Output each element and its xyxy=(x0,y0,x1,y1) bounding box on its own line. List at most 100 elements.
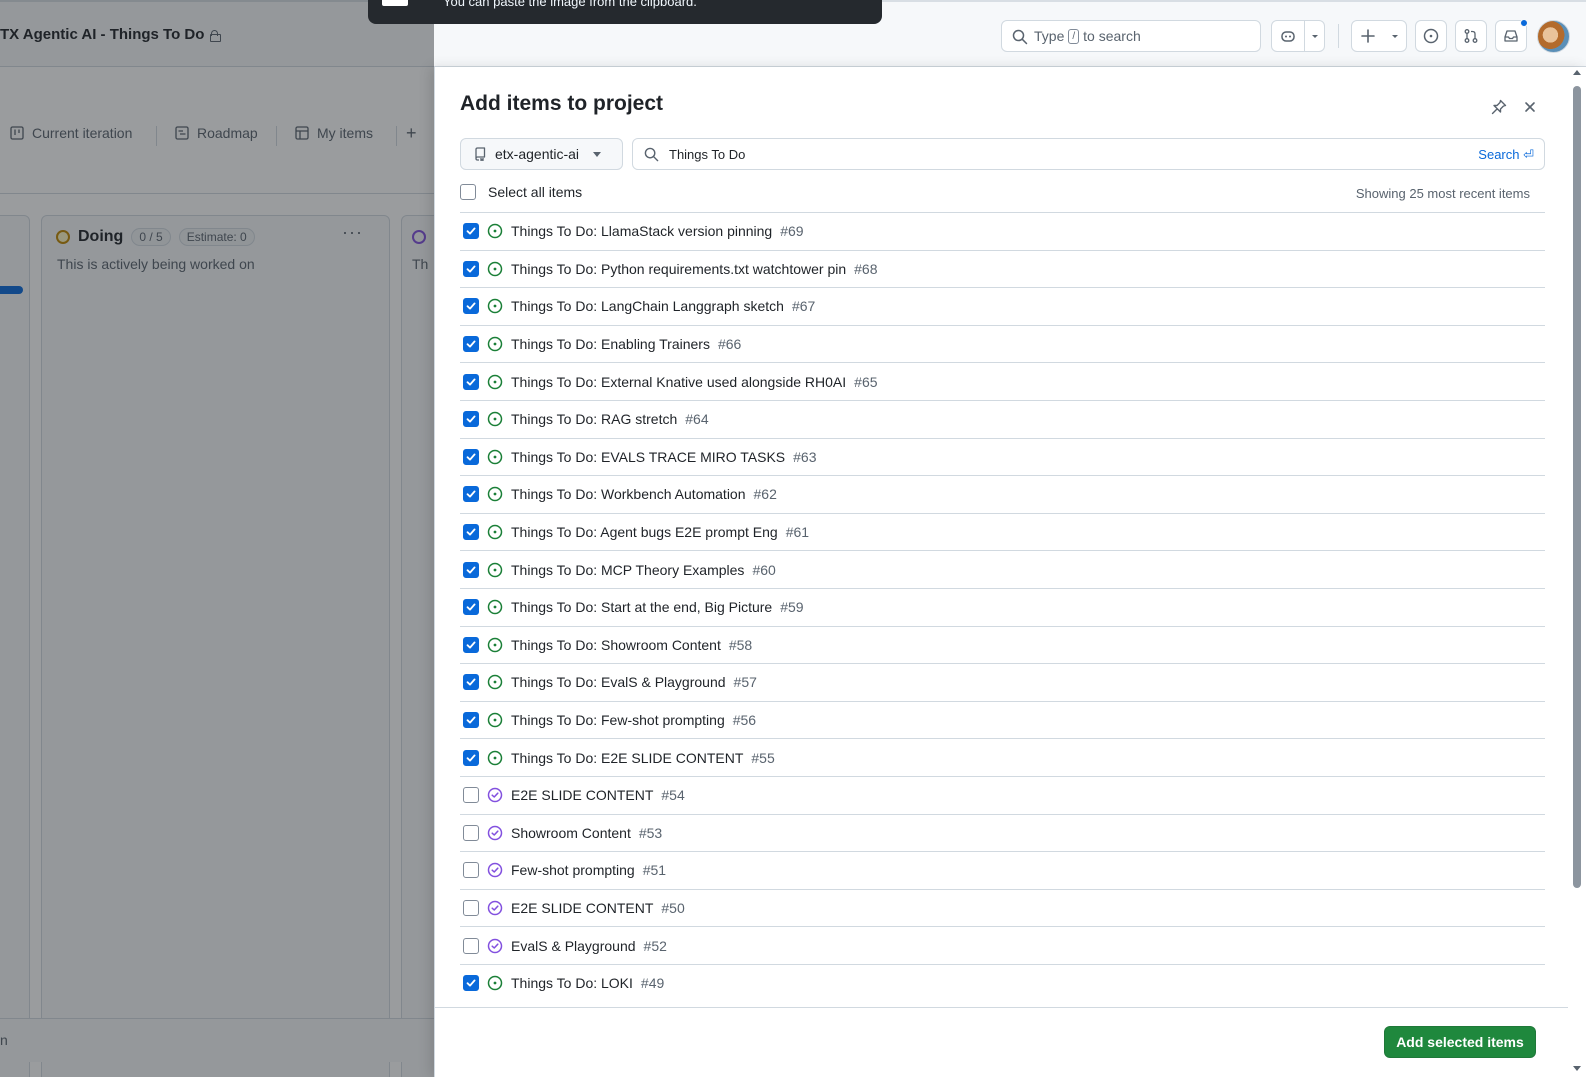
toast-text: You can paste the image from the clipboa… xyxy=(443,0,697,9)
list-item[interactable]: Things To Do: Workbench Automation #62 xyxy=(460,475,1545,513)
search-placeholder-suffix: to search xyxy=(1083,28,1141,44)
item-number: #54 xyxy=(661,787,685,804)
item-checkbox[interactable] xyxy=(463,937,479,954)
item-list: Things To Do: LlamaStack version pinning… xyxy=(460,212,1545,1001)
item-number: #62 xyxy=(753,486,777,503)
item-title: Things To Do: LlamaStack version pinning xyxy=(511,223,773,240)
clipboard-toast: You can paste the image from the clipboa… xyxy=(368,0,882,24)
item-checkbox[interactable] xyxy=(463,524,479,541)
list-item[interactable]: Things To Do: LangChain Langgraph sketch… xyxy=(460,287,1545,325)
item-search-input[interactable]: Things To Do Search ⏎ xyxy=(632,138,1545,170)
item-title: Things To Do: Enabling Trainers xyxy=(511,336,710,353)
item-checkbox[interactable] xyxy=(463,486,479,503)
item-number: #60 xyxy=(752,561,776,578)
issue-opened-icon xyxy=(487,261,503,277)
copilot-button[interactable] xyxy=(1271,20,1325,52)
issues-button[interactable] xyxy=(1415,20,1447,52)
git-pull-request-icon xyxy=(1464,29,1478,43)
item-checkbox[interactable] xyxy=(463,561,479,578)
list-item[interactable]: E2E SLIDE CONTENT #54 xyxy=(460,775,1545,814)
close-button[interactable] xyxy=(1518,95,1542,119)
list-item[interactable]: Things To Do: LlamaStack version pinning… xyxy=(460,212,1545,250)
item-number: #65 xyxy=(854,373,878,390)
item-checkbox[interactable] xyxy=(463,787,479,804)
issue-opened-icon xyxy=(487,712,503,728)
repository-name: etx-agentic-ai xyxy=(495,146,580,162)
list-item[interactable]: Things To Do: Enabling Trainers #66 xyxy=(460,324,1545,363)
item-title: Things To Do: MCP Theory Examples xyxy=(511,561,745,578)
item-checkbox[interactable] xyxy=(463,448,479,465)
search-submit-button[interactable]: Search ⏎ xyxy=(1478,147,1534,163)
item-checkbox[interactable] xyxy=(463,862,479,879)
item-checkbox[interactable] xyxy=(463,599,479,616)
item-number: #56 xyxy=(732,712,757,729)
item-checkbox[interactable] xyxy=(463,260,479,277)
pull-requests-button[interactable] xyxy=(1455,20,1487,52)
item-checkbox[interactable] xyxy=(463,336,479,353)
add-selected-items-button[interactable]: Add selected items xyxy=(1384,1026,1536,1058)
item-number: #61 xyxy=(785,524,810,541)
item-checkbox[interactable] xyxy=(463,749,479,766)
item-number: #63 xyxy=(793,448,817,465)
item-title: Things To Do: Showroom Content xyxy=(511,636,721,653)
issue-closed-icon xyxy=(487,938,503,953)
list-item[interactable]: Things To Do: Start at the end, Big Pict… xyxy=(460,587,1545,626)
repository-select[interactable]: etx-agentic-ai xyxy=(460,138,623,170)
item-checkbox[interactable] xyxy=(463,975,479,992)
user-avatar[interactable] xyxy=(1537,20,1570,53)
chevron-down-icon xyxy=(593,151,602,157)
item-title: Things To Do: EVALS TRACE MIRO TASKS xyxy=(511,448,786,465)
item-number: #64 xyxy=(685,411,709,428)
item-title: Things To Do: External Knative used alon… xyxy=(511,373,847,390)
list-item[interactable]: Things To Do: EvalS & Playground #57 xyxy=(460,663,1545,701)
item-checkbox[interactable] xyxy=(463,712,479,729)
create-new-button[interactable] xyxy=(1351,20,1407,52)
list-item[interactable]: E2E SLIDE CONTENT #50 xyxy=(460,888,1545,927)
scroll-up-arrow-icon[interactable] xyxy=(1573,70,1581,75)
pin-icon xyxy=(1491,99,1507,115)
list-item[interactable]: Things To Do: EVALS TRACE MIRO TASKS #63 xyxy=(460,437,1545,476)
list-item[interactable]: Things To Do: LOKI #49 xyxy=(460,963,1545,1002)
scroll-down-arrow-icon[interactable] xyxy=(1573,1066,1581,1071)
item-checkbox[interactable] xyxy=(463,411,479,428)
global-search-input[interactable]: Type / to search xyxy=(1001,20,1261,52)
issue-opened-icon xyxy=(487,487,503,502)
select-all[interactable]: Select all items xyxy=(460,184,582,200)
list-item[interactable]: Things To Do: Agent bugs E2E prompt Eng #… xyxy=(460,512,1545,551)
copilot-icon xyxy=(1281,31,1295,42)
item-checkbox[interactable] xyxy=(463,636,479,653)
list-item[interactable]: Things To Do: MCP Theory Examples #60 xyxy=(460,550,1545,588)
issue-opened-icon xyxy=(487,374,503,389)
list-item[interactable]: Showroom Content #53 xyxy=(460,813,1545,852)
item-title: Showroom Content xyxy=(511,824,631,841)
pin-button[interactable] xyxy=(1487,95,1511,119)
item-title: Things To Do: E2E SLIDE CONTENT xyxy=(511,749,744,766)
item-checkbox[interactable] xyxy=(463,373,479,390)
scrollbar-thumb[interactable] xyxy=(1573,86,1581,888)
list-item[interactable]: Things To Do: External Knative used alon… xyxy=(460,362,1545,400)
chevron-down-icon xyxy=(1392,35,1398,38)
list-item[interactable]: Things To Do: RAG stretch #64 xyxy=(460,399,1545,438)
issue-opened-icon xyxy=(487,975,503,991)
search-icon xyxy=(644,147,659,162)
item-checkbox[interactable] xyxy=(463,223,479,240)
item-checkbox[interactable] xyxy=(463,298,479,315)
list-item[interactable]: EvalS & Playground #52 xyxy=(460,926,1545,964)
item-checkbox[interactable] xyxy=(463,674,479,691)
list-item[interactable]: Things To Do: Showroom Content #58 xyxy=(460,625,1545,664)
modal-backdrop[interactable] xyxy=(0,0,434,1077)
item-title: Things To Do: RAG stretch xyxy=(511,411,678,428)
showing-count-text: Showing 25 most recent items xyxy=(1355,186,1530,201)
item-number: #58 xyxy=(728,636,753,653)
list-item[interactable]: Things To Do: E2E SLIDE CONTENT #55 xyxy=(460,738,1545,776)
item-checkbox[interactable] xyxy=(463,899,479,916)
image-icon xyxy=(382,0,408,6)
item-checkbox[interactable] xyxy=(463,824,479,841)
issue-closed-icon xyxy=(487,900,503,916)
list-item[interactable]: Few-shot prompting #51 xyxy=(460,851,1545,889)
plus-icon xyxy=(1361,29,1375,43)
list-item[interactable]: Things To Do: Python requirements.txt wa… xyxy=(460,249,1545,288)
list-item[interactable]: Things To Do: Few-shot prompting #56 xyxy=(460,700,1545,739)
select-all-checkbox[interactable] xyxy=(460,184,476,200)
item-number: #50 xyxy=(661,899,685,916)
